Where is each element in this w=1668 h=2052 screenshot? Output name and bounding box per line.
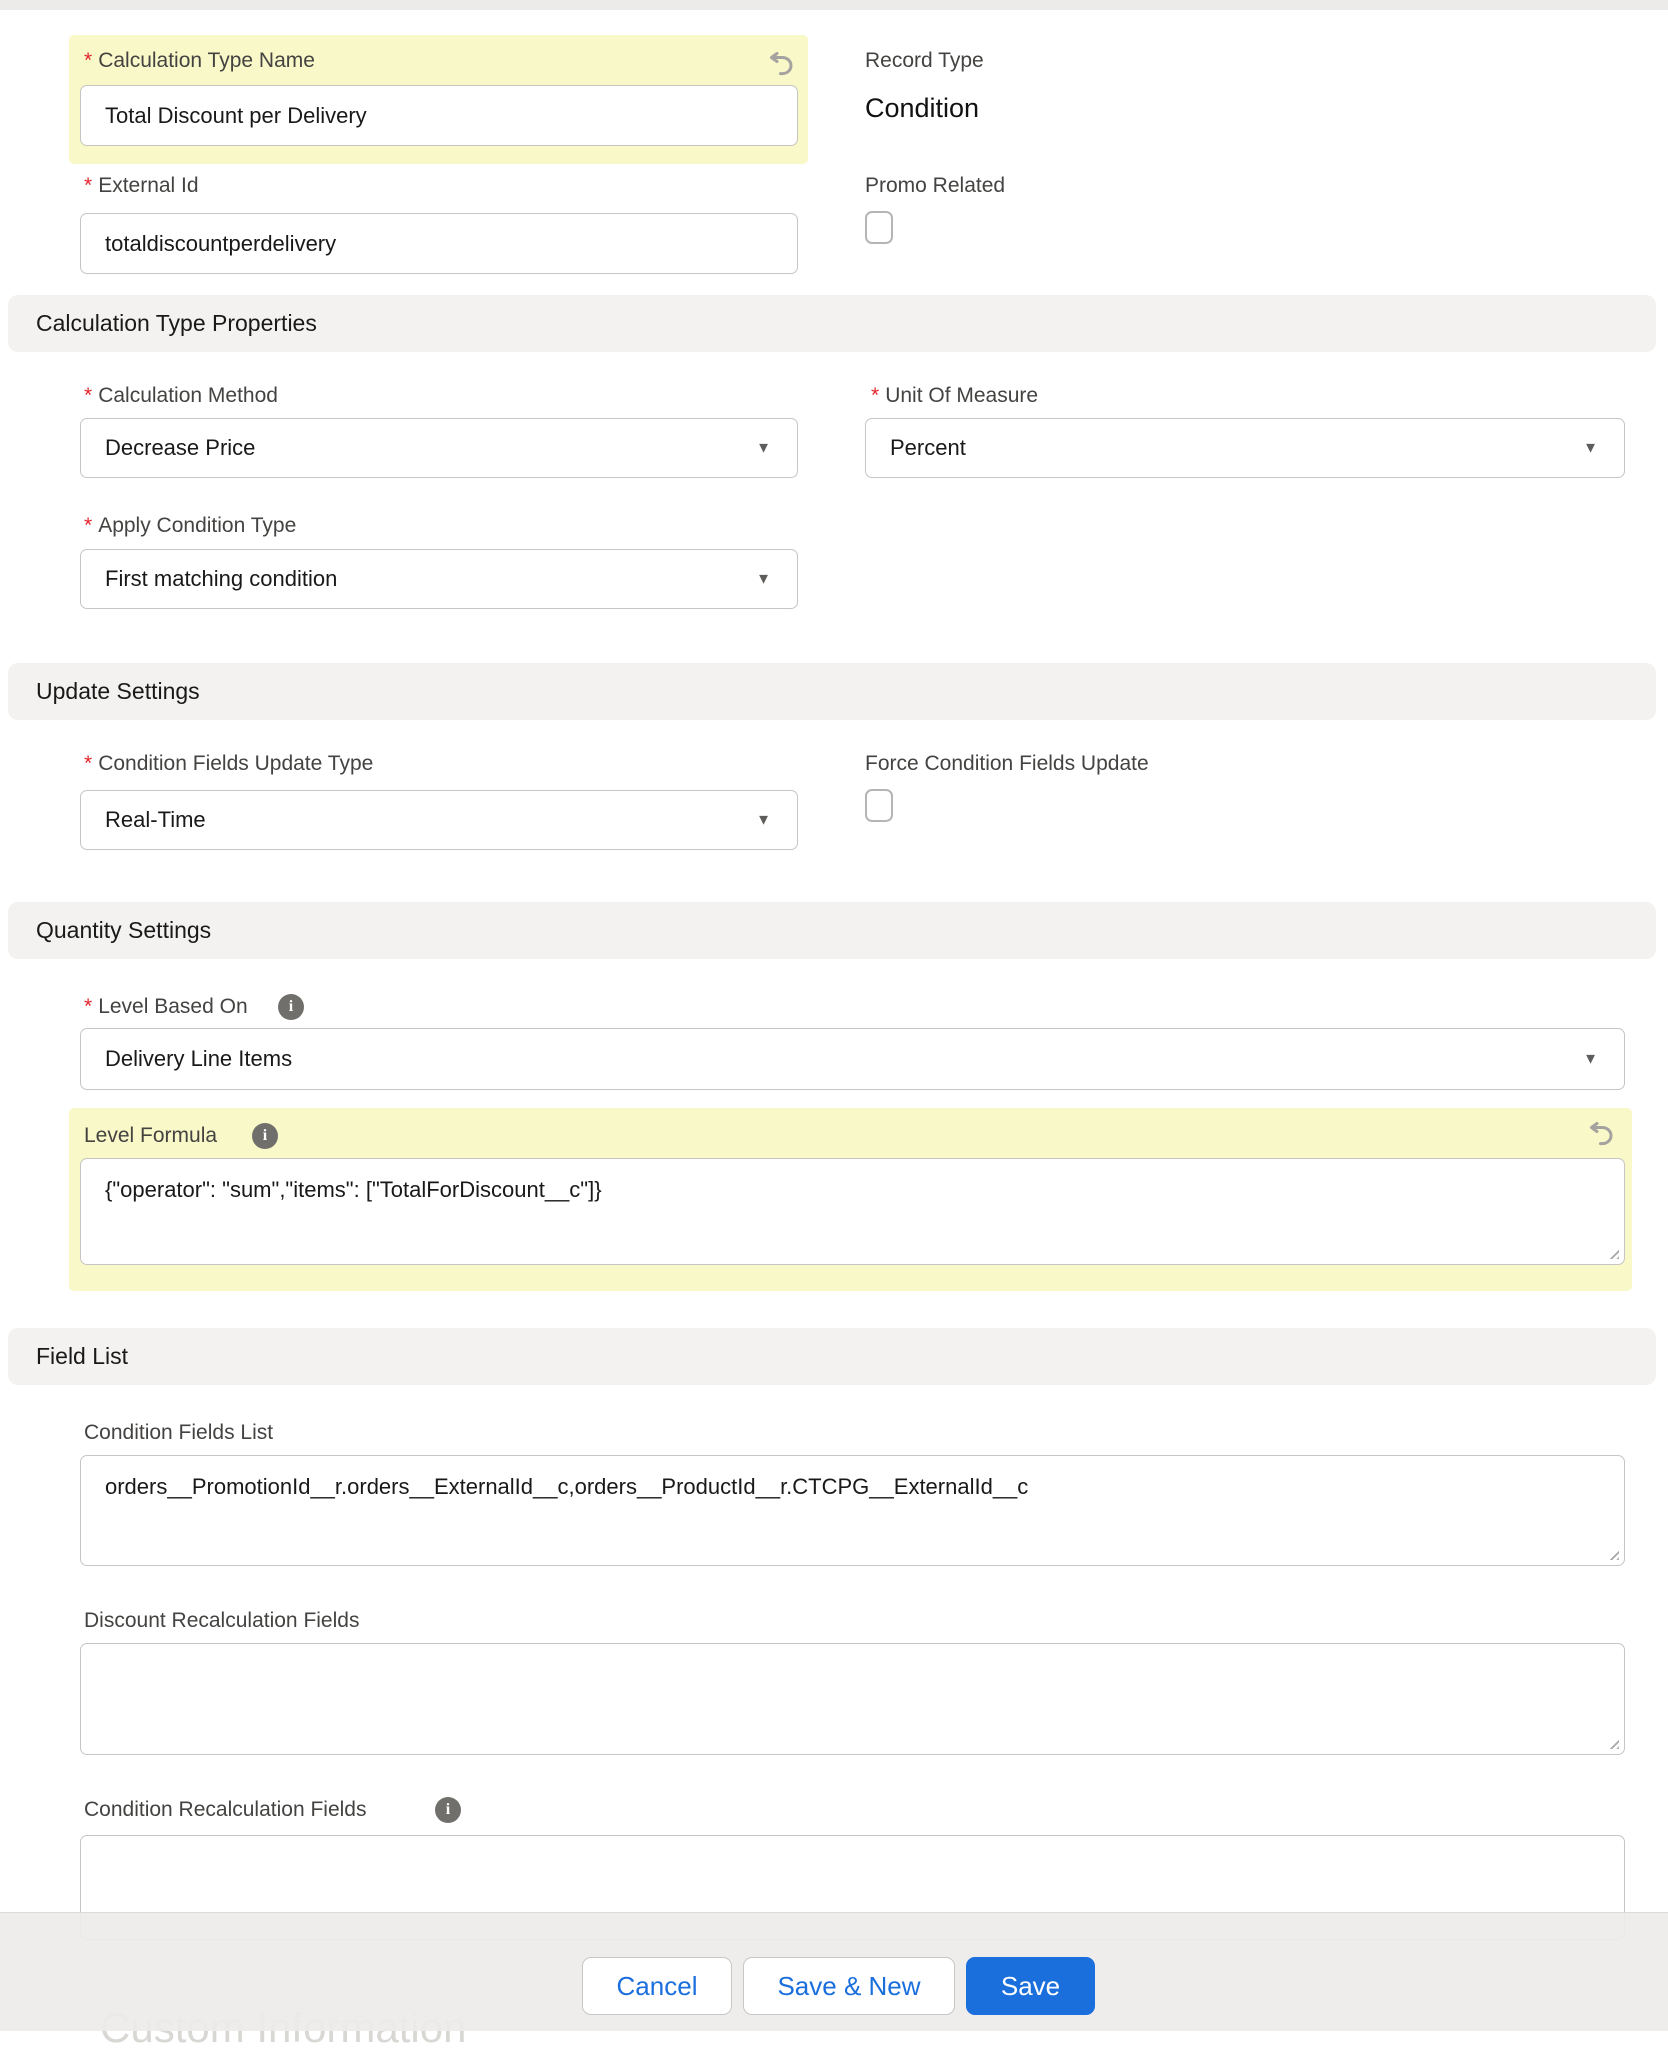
section-title: Field List [36,1343,129,1369]
dropdown-arrow-icon: ▼ [1583,1050,1598,1068]
required-asterisk: * [871,384,880,407]
field-label-unit-of-measure: * Unit Of Measure [871,384,1039,407]
required-asterisk: * [84,384,93,407]
calculation-type-name-input[interactable]: Total Discount per Delivery [80,85,798,146]
top-edge-strip [0,0,1668,10]
apply-condition-type-select[interactable]: First matching condition ▼ [80,549,798,609]
section-title: Update Settings [36,678,200,704]
field-label-calculation-method: * Calculation Method [84,384,278,407]
field-label-promo-related: Promo Related [865,174,1006,197]
calculation-method-select[interactable]: Decrease Price ▼ [80,418,798,478]
required-asterisk: * [84,174,93,197]
resize-handle[interactable] [1606,1246,1619,1259]
dropdown-arrow-icon: ▼ [1583,439,1598,457]
field-label-calculation-type-name: * Calculation Type Name [84,49,315,72]
undo-icon[interactable] [766,48,796,78]
section-title: Quantity Settings [36,917,212,943]
footer-action-bar: Cancel Save & New Save [0,1912,1668,2031]
condition-fields-update-type-select[interactable]: Real-Time ▼ [80,790,798,850]
section-quantity-settings: Quantity Settings [8,902,1656,959]
info-icon[interactable]: i [435,1797,461,1823]
field-label-condition-fields-list: Condition Fields List [84,1421,274,1444]
field-label-level-formula: Level Formula [84,1124,218,1147]
field-label-condition-fields-update-type: * Condition Fields Update Type [84,752,374,775]
section-calculation-type-properties: Calculation Type Properties [8,295,1656,352]
section-update-settings: Update Settings [8,663,1656,720]
field-label-discount-recalculation-fields: Discount Recalculation Fields [84,1609,360,1632]
resize-handle[interactable] [1606,1736,1619,1749]
level-based-on-select[interactable]: Delivery Line Items ▼ [80,1028,1625,1090]
discount-recalculation-fields-textarea[interactable] [80,1643,1625,1755]
dropdown-arrow-icon: ▼ [756,811,771,829]
field-label-level-based-on: * Level Based On [84,995,248,1018]
unit-of-measure-select[interactable]: Percent ▼ [865,418,1625,478]
level-formula-textarea[interactable]: {"operator": "sum","items": ["TotalForDi… [80,1158,1625,1265]
promo-related-checkbox[interactable] [865,211,893,244]
external-id-input[interactable]: totaldiscountperdelivery [80,213,798,274]
cancel-button[interactable]: Cancel [582,1957,732,2015]
record-type-value: Condition [865,93,980,123]
field-label-record-type: Record Type [865,49,984,72]
field-label-external-id: * External Id [84,174,199,197]
required-asterisk: * [84,752,93,775]
field-label-apply-condition-type: * Apply Condition Type [84,514,297,537]
dropdown-arrow-icon: ▼ [756,570,771,588]
save-and-new-button[interactable]: Save & New [743,1957,955,2015]
save-button[interactable]: Save [966,1957,1095,2015]
required-asterisk: * [84,995,93,1018]
section-title: Calculation Type Properties [36,310,317,336]
dropdown-arrow-icon: ▼ [756,439,771,457]
info-icon[interactable]: i [278,994,304,1020]
info-icon[interactable]: i [252,1123,278,1149]
field-label-force-condition-fields-update: Force Condition Fields Update [865,752,1149,775]
force-condition-fields-update-checkbox[interactable] [865,789,893,822]
condition-fields-list-textarea[interactable]: orders__PromotionId__r.orders__ExternalI… [80,1455,1625,1566]
field-label-condition-recalculation-fields: Condition Recalculation Fields [84,1798,367,1821]
resize-handle[interactable] [1606,1547,1619,1560]
undo-icon[interactable] [1586,1118,1616,1148]
required-asterisk: * [84,49,93,72]
required-asterisk: * [84,514,93,537]
section-field-list: Field List [8,1328,1656,1385]
